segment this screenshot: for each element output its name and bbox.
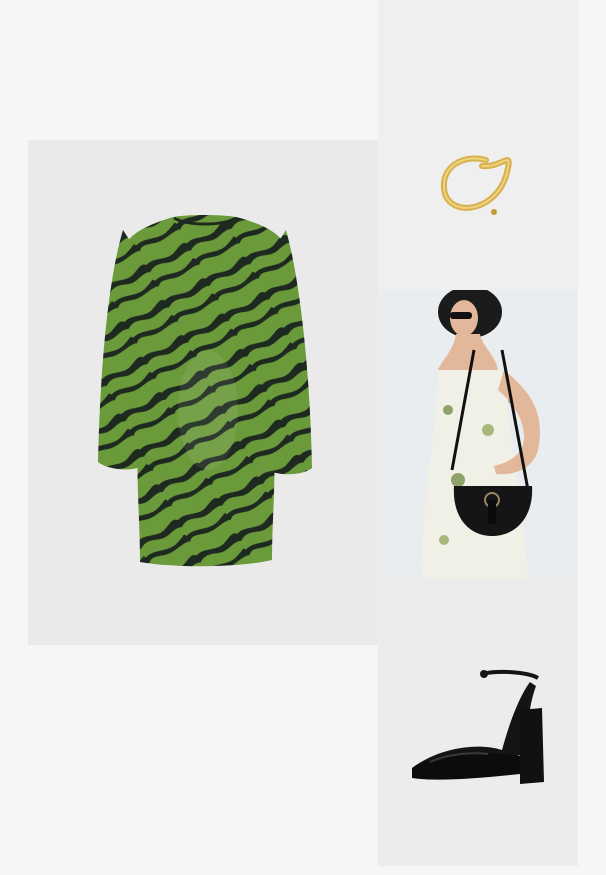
platform-heel-shape <box>412 669 544 784</box>
dress-product-tile[interactable] <box>28 140 378 645</box>
sequin-zebra-dress-image <box>98 215 312 567</box>
black-saddle-bag-on-model-image <box>378 290 578 578</box>
dress-shape <box>98 215 312 567</box>
gold-hoop-earring-image <box>440 155 512 215</box>
gold-hoop-shape <box>440 155 512 215</box>
black-platform-heel-image <box>412 669 544 784</box>
outfit-board <box>0 0 606 875</box>
shoe-product-tile[interactable] <box>378 578 578 866</box>
earring-product-tile[interactable] <box>378 0 578 290</box>
bag-product-tile[interactable] <box>378 290 578 578</box>
